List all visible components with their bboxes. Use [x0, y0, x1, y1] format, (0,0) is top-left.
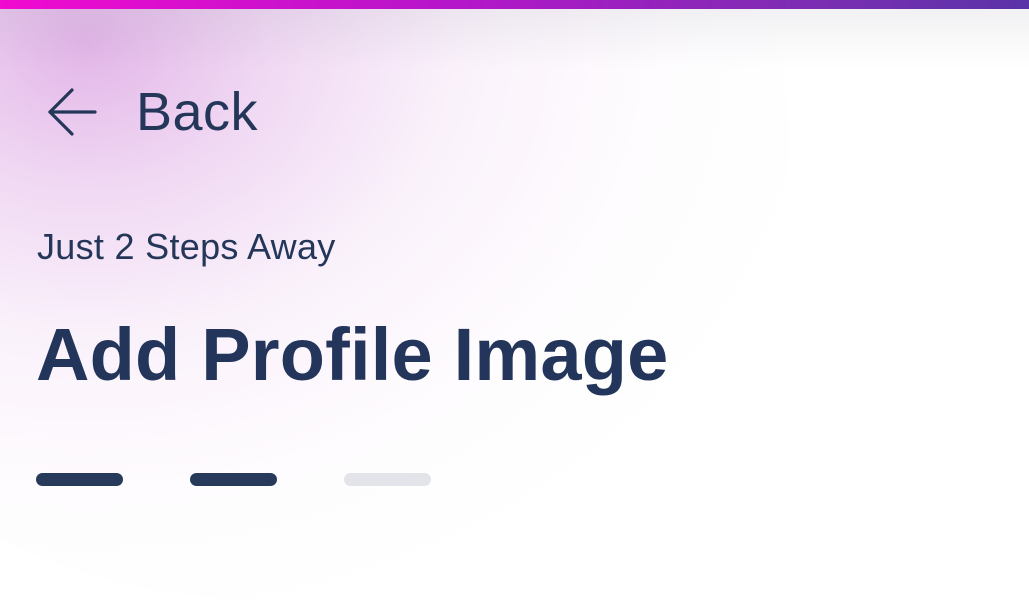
- back-button[interactable]: Back: [46, 80, 258, 144]
- step-bar-pending: [344, 473, 431, 486]
- step-bar-complete: [190, 473, 277, 486]
- steps-subtitle: Just 2 Steps Away: [37, 226, 336, 267]
- top-shadow: [0, 9, 1029, 69]
- back-label: Back: [136, 82, 259, 142]
- top-accent-bar: [0, 0, 1029, 9]
- page-title: Add Profile Image: [36, 313, 669, 396]
- step-progress-indicator: [36, 473, 456, 487]
- arrow-left-icon: [48, 88, 97, 136]
- step-bar-complete: [36, 473, 123, 486]
- add-profile-image-screen: Back Just 2 Steps Away Add Profile Image: [0, 0, 1029, 607]
